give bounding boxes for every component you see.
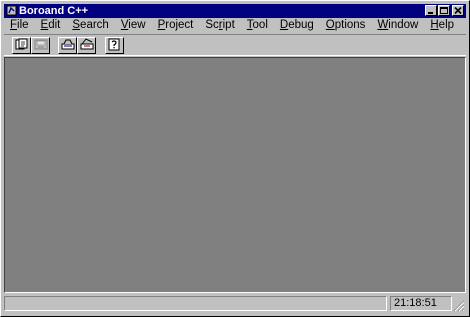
maximize-icon bbox=[440, 5, 448, 17]
menu-view[interactable]: View bbox=[115, 18, 152, 33]
close-icon bbox=[454, 5, 462, 17]
status-message bbox=[4, 296, 387, 311]
title-bar[interactable]: Boroand C++ bbox=[4, 4, 466, 18]
close-button[interactable] bbox=[452, 5, 464, 16]
make-icon bbox=[80, 37, 94, 54]
status-clock: 21:18:51 bbox=[390, 296, 452, 311]
menu-debug[interactable]: Debug bbox=[274, 18, 320, 33]
minimize-button[interactable] bbox=[425, 5, 437, 16]
open-project-button[interactable] bbox=[12, 37, 31, 54]
save-button[interactable] bbox=[31, 37, 50, 54]
maximize-button[interactable] bbox=[438, 5, 450, 16]
status-bar: 21:18:51 bbox=[4, 295, 466, 313]
make-button[interactable] bbox=[77, 37, 96, 54]
build-icon bbox=[61, 38, 75, 54]
window-title: Boroand C++ bbox=[19, 5, 89, 17]
menu-search[interactable]: Search bbox=[66, 18, 114, 33]
save-icon bbox=[34, 38, 48, 54]
menu-options[interactable]: Options bbox=[320, 18, 372, 33]
menu-help[interactable]: Help bbox=[424, 18, 460, 33]
speedbar bbox=[4, 34, 466, 56]
menu-script[interactable]: Script bbox=[199, 18, 240, 33]
minimize-icon bbox=[427, 5, 435, 17]
resize-grip-icon[interactable] bbox=[453, 300, 465, 312]
app-window: Boroand C++ File Edit Search View Projec… bbox=[0, 0, 470, 317]
menu-window[interactable]: Window bbox=[371, 18, 424, 33]
menu-file[interactable]: File bbox=[4, 18, 35, 33]
mdi-client-area[interactable] bbox=[4, 57, 466, 293]
borland-app-icon[interactable] bbox=[6, 5, 17, 16]
build-button[interactable] bbox=[58, 37, 77, 54]
menu-edit[interactable]: Edit bbox=[35, 18, 67, 33]
menu-project[interactable]: Project bbox=[152, 18, 200, 33]
menu-bar: File Edit Search View Project Script Too… bbox=[4, 18, 466, 33]
help-icon bbox=[108, 38, 122, 54]
open-project-icon bbox=[15, 38, 29, 54]
menu-tool[interactable]: Tool bbox=[241, 18, 274, 33]
help-button[interactable] bbox=[105, 37, 124, 54]
